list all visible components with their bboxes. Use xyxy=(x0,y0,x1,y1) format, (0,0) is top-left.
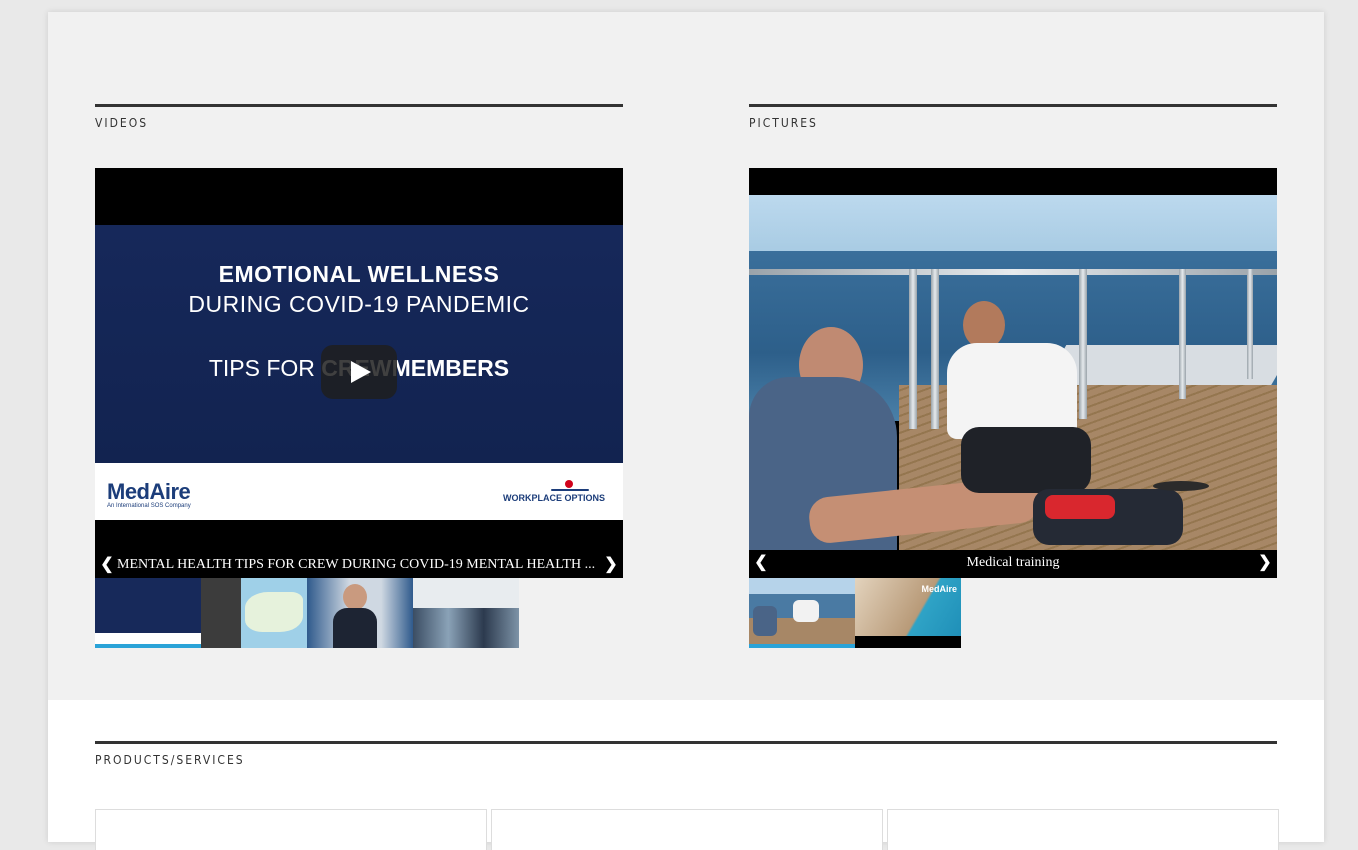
pictures-header: PICTURES xyxy=(749,104,1277,130)
products-header: PRODUCTS/SERVICES xyxy=(95,741,1277,767)
play-icon[interactable] xyxy=(321,345,397,399)
photo-rail-post-4 xyxy=(1179,269,1186,399)
photo-medic-head xyxy=(963,301,1005,349)
photo-medic-shirt xyxy=(947,343,1077,439)
pthumb1-active-bar xyxy=(749,644,855,648)
workplace-options-logo: WORKPLACE OPTIONS xyxy=(502,493,605,503)
thumb3-face xyxy=(343,584,367,610)
picture-caption-bar: ❮ Medical training ❯ xyxy=(749,550,1277,578)
thumb3-suit xyxy=(333,608,377,648)
picture-thumb-1[interactable] xyxy=(749,578,855,648)
picture-caption: Medical training xyxy=(966,555,1060,570)
video-slide-blue: EMOTIONAL WELLNESS DURING COVID-19 PANDE… xyxy=(95,225,623,463)
medical-training-photo xyxy=(749,195,1277,550)
video-slide-footer: MedAire An International SOS Company WOR… xyxy=(95,463,623,520)
products-title: PRODUCTS/SERVICES xyxy=(95,753,245,767)
pthumb2-bar xyxy=(855,636,961,648)
photo-medic-shorts xyxy=(961,427,1091,493)
video-caption: MENTAL HEALTH TIPS FOR CREW DURING COVID… xyxy=(117,557,596,572)
thumb1-blue xyxy=(95,578,201,633)
video-frame[interactable]: EMOTIONAL WELLNESS DURING COVID-19 PANDE… xyxy=(95,225,623,520)
photo-deck-hatch xyxy=(1153,481,1209,491)
thumb2-map-land xyxy=(245,592,303,632)
workplace-options-swoosh-icon xyxy=(551,489,589,491)
picture-viewer[interactable]: ❮ Medical training ❯ xyxy=(749,168,1277,578)
photo-rail-post-3 xyxy=(1079,269,1087,419)
photo-bag-red xyxy=(1045,495,1115,519)
video-prev-arrow-icon[interactable]: ❮ xyxy=(97,552,117,578)
photo-rail-post-5 xyxy=(1247,269,1253,379)
video-slide-tips-a: TIPS FOR xyxy=(208,355,322,381)
video-slide-title: EMOTIONAL WELLNESS xyxy=(218,261,500,287)
video-player[interactable]: EMOTIONAL WELLNESS DURING COVID-19 PANDE… xyxy=(95,168,623,578)
videos-rule xyxy=(95,104,623,107)
picture-thumbnails: MedAire xyxy=(749,578,961,648)
medaire-logo: MedAire xyxy=(107,479,191,504)
picture-next-arrow-icon[interactable]: ❯ xyxy=(1255,550,1275,576)
pthumb1-patient xyxy=(753,606,777,636)
photo-sky xyxy=(749,195,1277,253)
thumb4-office xyxy=(413,608,519,648)
product-card-3[interactable] xyxy=(887,809,1279,850)
photo-rail-top xyxy=(749,269,1277,275)
photo-rail-post-1 xyxy=(909,269,917,429)
videos-title: VIDEOS xyxy=(95,116,149,130)
content-card: VIDEOS EMOTIONAL WELLNESS DURING COVID-1… xyxy=(48,12,1324,850)
video-caption-bar: ❮ MENTAL HEALTH TIPS FOR CREW DURING COV… xyxy=(95,552,623,578)
pictures-title: PICTURES xyxy=(749,116,818,130)
product-card-1[interactable] xyxy=(95,809,487,850)
products-section: PRODUCTS/SERVICES xyxy=(48,700,1324,850)
thumb4-ceiling xyxy=(413,578,519,608)
thumb2-sidebar xyxy=(201,578,241,648)
videos-header: VIDEOS xyxy=(95,104,623,130)
media-section: VIDEOS EMOTIONAL WELLNESS DURING COVID-1… xyxy=(48,12,1324,700)
picture-thumb-2[interactable]: MedAire xyxy=(855,578,961,648)
video-thumb-1[interactable] xyxy=(95,578,201,648)
video-slide-subtitle: DURING COVID-19 PANDEMIC xyxy=(188,291,530,317)
video-thumb-4[interactable] xyxy=(413,578,519,648)
video-thumb-3[interactable] xyxy=(307,578,413,648)
pthumb1-medic xyxy=(793,600,819,622)
product-card-2[interactable] xyxy=(491,809,883,850)
video-thumbnails xyxy=(95,578,519,648)
products-rule xyxy=(95,741,1277,744)
pthumb2-logo: MedAire xyxy=(921,584,957,594)
pthumb1-sky xyxy=(749,578,855,594)
picture-prev-arrow-icon[interactable]: ❮ xyxy=(751,550,771,576)
pictures-rule xyxy=(749,104,1277,107)
video-next-arrow-icon[interactable]: ❯ xyxy=(601,552,621,578)
medaire-logo-sub: An International SOS Company xyxy=(107,503,191,509)
video-thumb-2[interactable] xyxy=(201,578,307,648)
workplace-options-dot-icon xyxy=(565,480,573,488)
photo-rail-post-2 xyxy=(931,269,939,429)
thumb1-active-bar xyxy=(95,644,201,648)
